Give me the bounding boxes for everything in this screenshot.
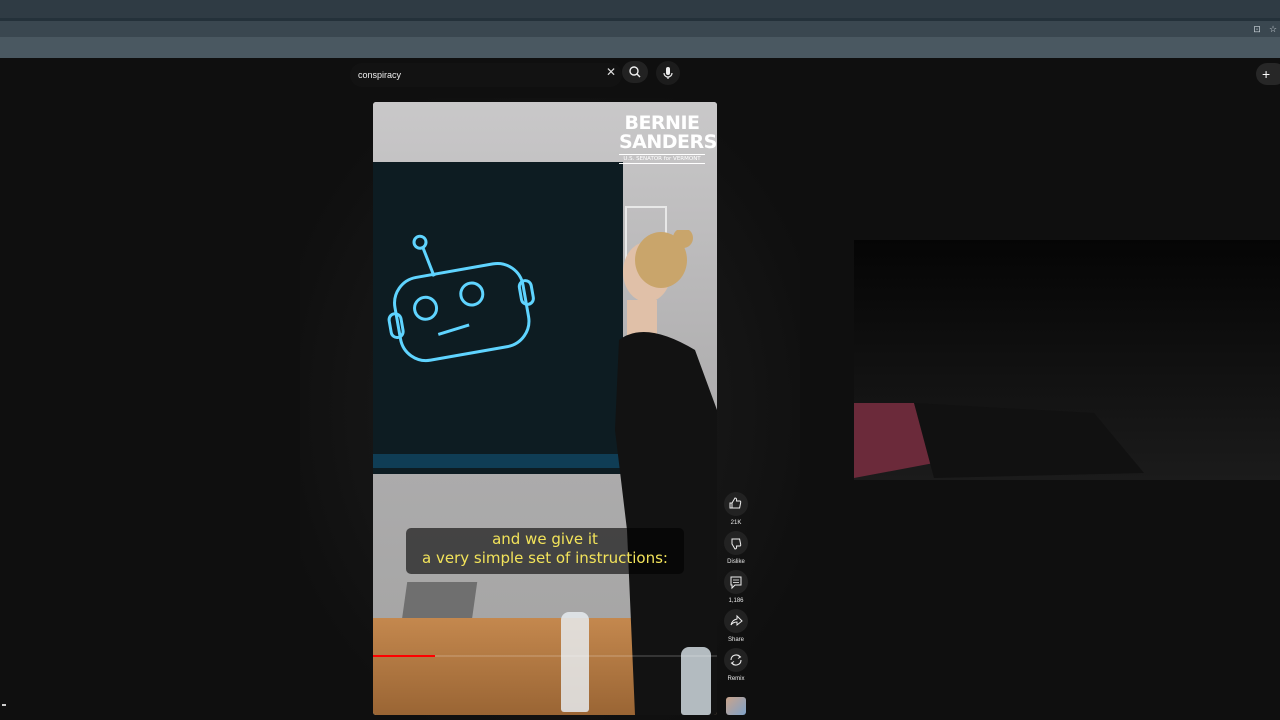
water-bottle	[681, 647, 711, 715]
share-button[interactable]	[724, 609, 748, 633]
share-icon	[730, 614, 743, 627]
dislike-label: Dislike	[727, 559, 745, 565]
plus-icon: +	[1262, 66, 1271, 82]
clear-search-button[interactable]: ✕	[604, 65, 618, 79]
comment-button[interactable]	[724, 570, 748, 594]
install-icon[interactable]: ⊡	[1252, 24, 1262, 34]
thumbs-down-icon	[731, 538, 742, 550]
channel-avatar[interactable]	[726, 697, 746, 715]
remix-label: Remix	[727, 676, 745, 682]
dislike-button[interactable]	[724, 531, 748, 555]
share-label: Share	[727, 637, 744, 643]
dislike-action[interactable]: Dislike	[724, 531, 748, 566]
comment-count: 1,186	[728, 598, 744, 604]
video-tv-screen	[373, 162, 623, 474]
create-button[interactable]: +	[1256, 63, 1280, 85]
video-progress-fill	[373, 655, 435, 657]
like-button[interactable]	[724, 492, 748, 516]
browser-tabbar	[0, 21, 1280, 37]
channel-logo: BERNIE SANDERS U.S. SENATOR for VERMONT	[619, 114, 717, 164]
search-icon	[629, 66, 641, 78]
logo-bottom: SANDERS	[619, 131, 717, 153]
water-bottle	[561, 612, 589, 712]
bookmark-star-icon[interactable]: ☆	[1268, 24, 1278, 34]
search-button[interactable]	[622, 61, 648, 83]
search-input[interactable]: conspiracy	[358, 63, 598, 87]
share-action[interactable]: Share	[724, 609, 748, 644]
shorts-video-player[interactable]: BERNIE SANDERS U.S. SENATOR for VERMONT …	[373, 102, 717, 715]
presenter-figure	[615, 230, 717, 715]
caption-line-1: and we give it	[492, 530, 598, 548]
video-progress-bar[interactable]	[373, 655, 717, 657]
thumbs-up-icon	[729, 497, 742, 509]
robot-icon	[387, 234, 535, 363]
like-count: 21K	[730, 520, 742, 526]
voice-search-button[interactable]	[656, 61, 680, 85]
comment-icon	[730, 576, 742, 590]
mouse-cursor	[2, 704, 6, 706]
comment-action[interactable]: 1,186	[724, 570, 748, 605]
preview-figure	[854, 403, 1144, 478]
microphone-icon	[663, 67, 673, 79]
caption-line-2: a very simple set of instructions:	[422, 549, 668, 567]
remix-icon	[730, 654, 742, 666]
logo-subtitle: U.S. SENATOR for VERMONT	[619, 154, 705, 164]
like-action[interactable]: 21K	[724, 492, 748, 527]
screen-glow	[373, 454, 623, 468]
remix-action[interactable]: Remix	[724, 648, 748, 683]
search-bar[interactable]: conspiracy	[350, 63, 622, 87]
remix-button[interactable]	[724, 648, 748, 672]
browser-address-bar[interactable]	[0, 37, 1280, 58]
browser-titlebar	[0, 0, 1280, 18]
